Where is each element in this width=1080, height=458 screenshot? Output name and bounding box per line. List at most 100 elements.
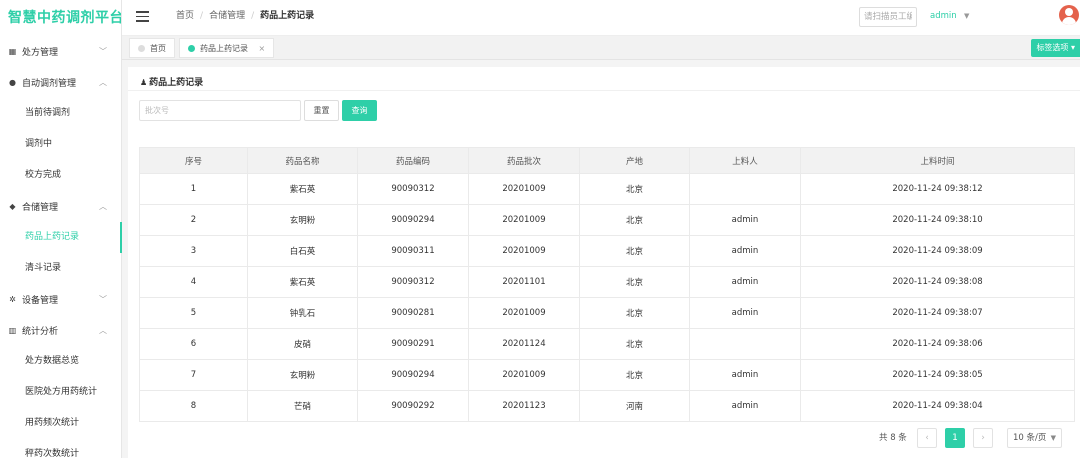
column-header[interactable]: 上料人 bbox=[689, 147, 801, 174]
table-cell: 90090312 bbox=[357, 173, 469, 205]
sidebar-group-label: 设备管理 bbox=[22, 296, 59, 306]
table-cell: 7 bbox=[139, 359, 248, 391]
sidebar-item-dispensing[interactable]: 调剂中 bbox=[0, 129, 121, 160]
sidebar-item-frequency-stats[interactable]: 用药频次统计 bbox=[0, 408, 121, 439]
query-button[interactable]: 查询 bbox=[342, 100, 377, 121]
menu-toggle-icon[interactable] bbox=[136, 11, 149, 22]
sidebar-item-prescription-overview[interactable]: 处方数据总览 bbox=[0, 346, 121, 377]
sidebar-item-clear-records[interactable]: 清斗记录 bbox=[0, 253, 121, 284]
tab-label: 药品上药记录 bbox=[200, 44, 248, 53]
table-cell: 20201009 bbox=[468, 173, 580, 205]
table-row[interactable]: 8 芒硝 90090292 20201123 河南 admin 2020-11-24 09:… bbox=[139, 390, 1075, 422]
table-row[interactable]: 5 钟乳石 90090281 20201009 北京 admin 2020-11-24 09… bbox=[139, 297, 1075, 329]
table-row[interactable]: 2 玄明粉 90090294 20201009 北京 admin 2020-11-24 09… bbox=[139, 204, 1075, 236]
table-row[interactable]: 1 紫石英 90090312 20201009 北京 2020-11-24 09:38:1… bbox=[139, 173, 1075, 205]
table-cell: 2020-11-24 09:38:04 bbox=[800, 390, 1075, 422]
tab-drug-loading-records[interactable]: 药品上药记录 × bbox=[179, 38, 275, 58]
sidebar-group-storage[interactable]: ◆ 合储管理 ︿ bbox=[0, 191, 121, 222]
table-cell: 8 bbox=[139, 390, 248, 422]
chevron-down-icon: ﹀ bbox=[99, 295, 107, 304]
breadcrumb-section[interactable]: 合储管理 bbox=[209, 11, 245, 21]
chevron-up-icon: ︿ bbox=[99, 78, 107, 87]
table-cell: admin bbox=[689, 390, 801, 422]
caret-down-icon[interactable]: ▼ bbox=[964, 0, 969, 32]
page-size-select[interactable]: 10 条/页 ▼ bbox=[1007, 428, 1062, 448]
sidebar-item-pending[interactable]: 当前待调剂 bbox=[0, 98, 121, 129]
table-row[interactable]: 7 玄明粉 90090294 20201009 北京 admin 2020-11-24 09… bbox=[139, 359, 1075, 391]
divider bbox=[128, 90, 1080, 91]
table-cell: 北京 bbox=[579, 266, 690, 298]
table-cell: 河南 bbox=[579, 390, 690, 422]
breadcrumb: 首页 / 合储管理 / 药品上药记录 bbox=[176, 0, 314, 32]
table-cell: 2 bbox=[139, 204, 248, 236]
table-cell: 芒硝 bbox=[247, 390, 358, 422]
sidebar: 智慧中药调剂平台 ▦ 处方管理 ﹀ ● 自动调剂管理 ︿ 当前待调剂 调剂中 校… bbox=[0, 0, 122, 458]
table-cell: 90090292 bbox=[357, 390, 469, 422]
page-title-text: 药品上药记录 bbox=[149, 78, 204, 88]
close-icon[interactable]: × bbox=[259, 44, 266, 53]
table-cell: 北京 bbox=[579, 235, 690, 267]
user-icon: ♟ bbox=[140, 78, 148, 87]
table-row[interactable]: 3 白石英 90090311 20201009 北京 admin 2020-11-24 09… bbox=[139, 235, 1075, 267]
table-cell: 皮硝 bbox=[247, 328, 358, 360]
table-cell: 1 bbox=[139, 173, 248, 205]
table-cell: 90090312 bbox=[357, 266, 469, 298]
table-cell: 4 bbox=[139, 266, 248, 298]
prev-page-button[interactable]: ‹ bbox=[917, 428, 937, 448]
table-row[interactable]: 4 紫石英 90090312 20201101 北京 admin 2020-11-24 09… bbox=[139, 266, 1075, 298]
breadcrumb-home[interactable]: 首页 bbox=[176, 11, 194, 21]
reset-button[interactable]: 重置 bbox=[304, 100, 339, 121]
table-cell: 20201009 bbox=[468, 359, 580, 391]
table-cell: 90090281 bbox=[357, 297, 469, 329]
table-cell: 3 bbox=[139, 235, 248, 267]
table-cell: 北京 bbox=[579, 297, 690, 329]
column-header[interactable]: 药品批次 bbox=[468, 147, 580, 174]
column-header[interactable]: 产地 bbox=[579, 147, 690, 174]
table-cell: 5 bbox=[139, 297, 248, 329]
table-cell: 北京 bbox=[579, 173, 690, 205]
column-header[interactable]: 药品编码 bbox=[357, 147, 469, 174]
sidebar-group-prescription[interactable]: ▦ 处方管理 ﹀ bbox=[0, 36, 121, 67]
table-cell: 2020-11-24 09:38:12 bbox=[800, 173, 1075, 205]
table-cell: 紫石英 bbox=[247, 173, 358, 205]
sidebar-item-hospital-usage-stats[interactable]: 医院处方用药统计 bbox=[0, 377, 121, 408]
table-cell: 玄明粉 bbox=[247, 204, 358, 236]
table-cell: 钟乳石 bbox=[247, 297, 358, 329]
chevron-down-icon: ﹀ bbox=[99, 47, 107, 56]
column-header[interactable]: 药品名称 bbox=[247, 147, 358, 174]
table-cell: 2020-11-24 09:38:07 bbox=[800, 297, 1075, 329]
drop-icon: ◆ bbox=[9, 202, 16, 211]
table-cell: admin bbox=[689, 266, 801, 298]
table-cell: 90090291 bbox=[357, 328, 469, 360]
sidebar-item-drug-loading-records[interactable]: 药品上药记录 bbox=[0, 222, 122, 253]
sidebar-item-check-done[interactable]: 校方完成 bbox=[0, 160, 121, 191]
table-row[interactable]: 6 皮硝 90090291 20201124 北京 2020-11-24 09:38:06 bbox=[139, 328, 1075, 360]
tab-home[interactable]: 首页 bbox=[129, 38, 175, 58]
table-cell: 20201009 bbox=[468, 235, 580, 267]
top-header: 首页 / 合储管理 / 药品上药记录 admin ▼ bbox=[122, 0, 1080, 36]
sidebar-group-devices[interactable]: ✲ 设备管理 ﹀ bbox=[0, 284, 121, 315]
employee-scan-input[interactable] bbox=[859, 7, 917, 27]
avatar[interactable] bbox=[1059, 5, 1079, 25]
column-header[interactable]: 上料时间 bbox=[800, 147, 1075, 174]
pagination-total: 共 8 条 bbox=[879, 433, 907, 443]
table-cell: 6 bbox=[139, 328, 248, 360]
breadcrumb-separator: / bbox=[200, 11, 204, 21]
tab-options-button[interactable]: 标签选项 ▾ bbox=[1031, 39, 1080, 57]
table-cell: 2020-11-24 09:38:10 bbox=[800, 204, 1075, 236]
sidebar-item-weighing-stats[interactable]: 秤药次数统计 bbox=[0, 439, 121, 458]
caret-down-icon: ▼ bbox=[1050, 434, 1056, 442]
sidebar-group-label: 处方管理 bbox=[22, 48, 59, 58]
sidebar-group-statistics[interactable]: ▥ 统计分析 ︿ bbox=[0, 315, 121, 346]
next-page-button[interactable]: › bbox=[973, 428, 993, 448]
page-button-current[interactable]: 1 bbox=[945, 428, 965, 448]
document-icon: ▦ bbox=[8, 47, 17, 56]
column-header[interactable]: 序号 bbox=[139, 147, 248, 174]
sidebar-group-auto-dispense[interactable]: ● 自动调剂管理 ︿ bbox=[0, 67, 121, 98]
chevron-up-icon: ︿ bbox=[99, 326, 107, 335]
sidebar-group-label: 自动调剂管理 bbox=[22, 79, 77, 89]
user-name[interactable]: admin bbox=[930, 0, 957, 32]
tab-label: 首页 bbox=[150, 44, 166, 53]
table-cell: 北京 bbox=[579, 328, 690, 360]
batch-number-input[interactable] bbox=[139, 100, 301, 121]
